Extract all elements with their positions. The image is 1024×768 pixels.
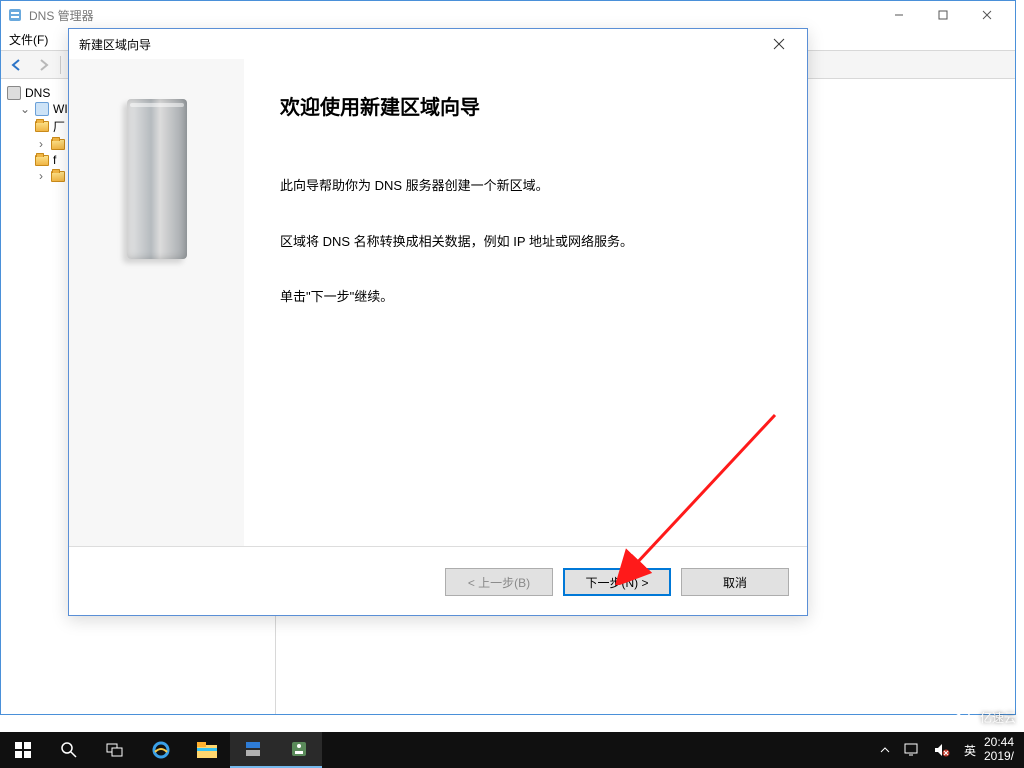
dialog-titlebar[interactable]: 新建区域向导 — [69, 29, 807, 59]
expand-icon[interactable]: › — [35, 137, 47, 151]
wizard-image-panel — [69, 59, 244, 546]
next-button[interactable]: 下一步(N) > — [563, 568, 671, 596]
taskbar[interactable]: 英 20:44 2019/ — [0, 732, 1024, 768]
wizard-paragraph: 此向导帮助你为 DNS 服务器创建一个新区域。 — [280, 176, 771, 196]
folder-icon — [35, 121, 49, 132]
wizard-paragraph: 单击"下一步"继续。 — [280, 287, 771, 307]
clock[interactable]: 20:44 2019/ — [984, 736, 1024, 764]
explorer-icon[interactable] — [184, 732, 230, 768]
maximize-button[interactable] — [921, 1, 965, 29]
server-icon — [35, 102, 49, 116]
dns-manager-task-icon[interactable] — [276, 732, 322, 768]
dns-icon — [7, 86, 21, 100]
wizard-text-panel: 欢迎使用新建区域向导 此向导帮助你为 DNS 服务器创建一个新区域。 区域将 D… — [244, 59, 807, 546]
server-manager-icon[interactable] — [230, 732, 276, 768]
folder-icon — [51, 171, 65, 182]
dialog-title: 新建区域向导 — [79, 36, 151, 53]
cancel-button[interactable]: 取消 — [681, 568, 789, 596]
minimize-button[interactable] — [877, 1, 921, 29]
nav-back-button[interactable] — [5, 54, 29, 76]
window-title: DNS 管理器 — [29, 7, 94, 24]
network-icon[interactable] — [904, 743, 920, 757]
watermark: 亿速云 — [954, 709, 1016, 726]
new-zone-wizard-dialog: 新建区域向导 欢迎使用新建区域向导 此向导帮助你为 DNS 服务器创建一个新区域… — [68, 28, 808, 616]
app-icon — [7, 7, 23, 23]
tray-chevron-icon[interactable] — [880, 745, 890, 755]
ie-icon[interactable] — [138, 732, 184, 768]
task-view-button[interactable] — [92, 732, 138, 768]
dialog-close-button[interactable] — [761, 29, 797, 59]
menu-file[interactable]: 文件(F) — [9, 31, 48, 48]
server-illustration — [127, 99, 187, 259]
start-button[interactable] — [0, 732, 46, 768]
close-button[interactable] — [965, 1, 1009, 29]
wizard-footer: < 上一步(B) 下一步(N) > 取消 — [69, 547, 807, 617]
system-tray[interactable]: 英 — [880, 742, 984, 759]
wizard-paragraph: 区域将 DNS 名称转换成相关数据，例如 IP 地址或网络服务。 — [280, 232, 771, 252]
search-button[interactable] — [46, 732, 92, 768]
expand-icon[interactable]: › — [35, 169, 47, 183]
collapse-icon[interactable]: ⌄ — [19, 102, 31, 116]
window-titlebar[interactable]: DNS 管理器 — [1, 1, 1015, 29]
folder-icon — [35, 155, 49, 166]
wizard-heading: 欢迎使用新建区域向导 — [280, 91, 771, 120]
back-button: < 上一步(B) — [445, 568, 553, 596]
nav-forward-button[interactable] — [31, 54, 55, 76]
ime-indicator[interactable]: 英 — [964, 742, 976, 759]
folder-icon — [51, 139, 65, 150]
volume-icon[interactable] — [934, 743, 950, 757]
